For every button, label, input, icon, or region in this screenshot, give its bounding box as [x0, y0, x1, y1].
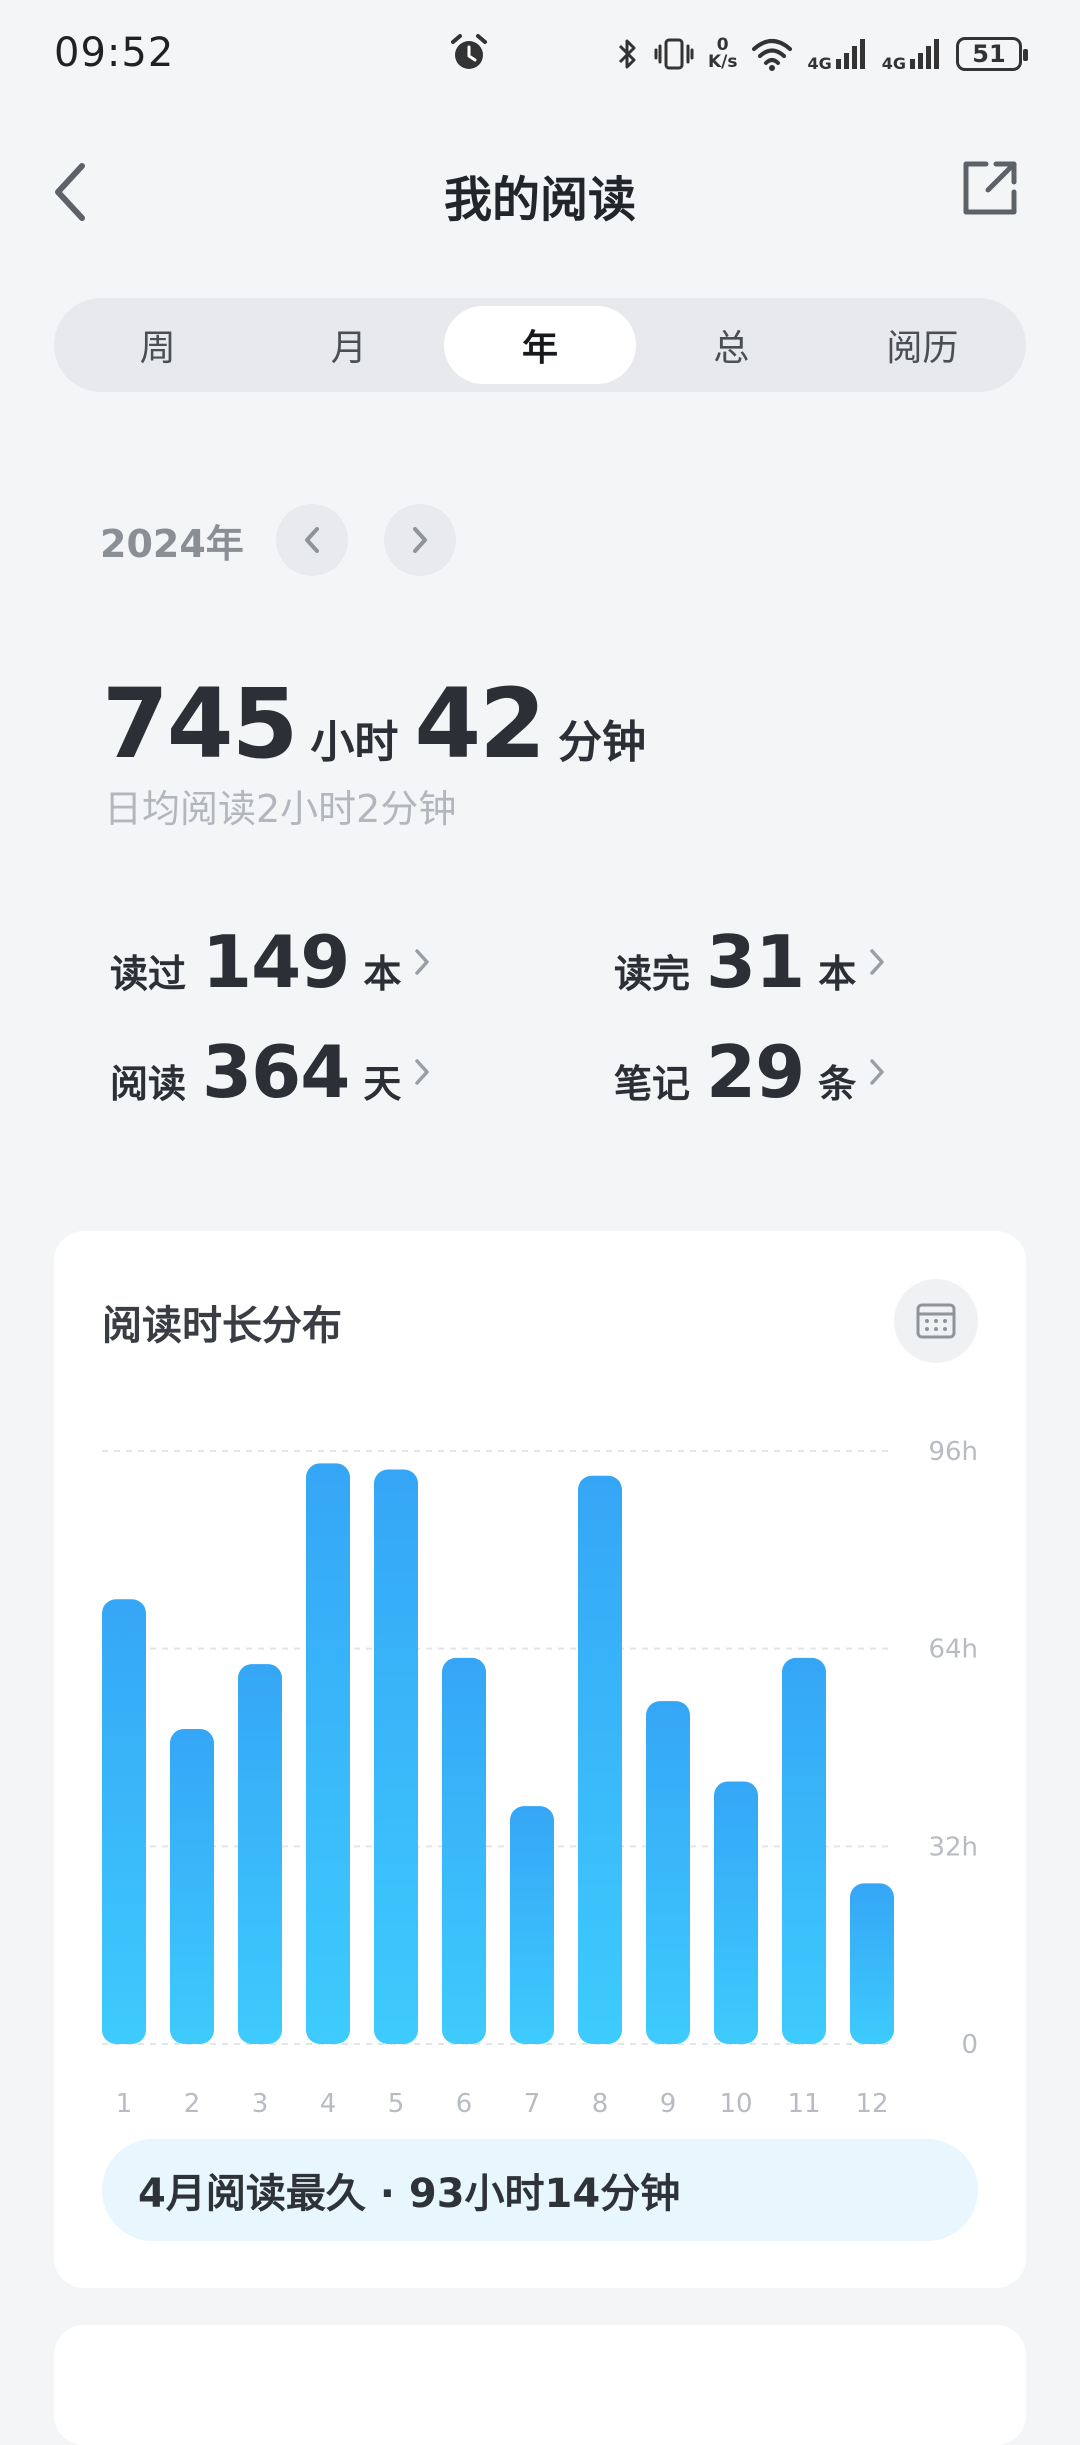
x-tick-label: 6	[456, 2089, 473, 2119]
status-icons: 0 K/s 4G 4G 51	[616, 30, 1028, 78]
x-tick-label: 5	[388, 2089, 405, 2119]
x-tick-label: 12	[855, 2089, 888, 2119]
network-speed: 0 K/s	[707, 35, 738, 72]
bar-month-2[interactable]	[170, 1728, 214, 2044]
hours-unit: 小时	[310, 717, 399, 768]
bar-month-8[interactable]	[578, 1475, 622, 2044]
reading-time-bar-chart: 96h64h32h01 2 3 4 5 6 7 8 9 10 11 12	[102, 1437, 978, 2119]
tab-history[interactable]: 阅历	[827, 306, 1018, 384]
bar-month-7[interactable]	[510, 1806, 554, 2044]
calendar-icon	[916, 1303, 956, 1339]
year-label: 2024年	[100, 522, 244, 566]
next-year-button[interactable]	[384, 504, 456, 576]
y-tick-label: 0	[961, 2030, 978, 2060]
page-title: 我的阅读	[443, 172, 636, 228]
total-reading-time: 745 小时 42 分钟	[102, 668, 662, 780]
x-tick-label: 3	[252, 2089, 269, 2119]
calendar-button[interactable]	[894, 1279, 978, 1363]
tab-month[interactable]: 月	[253, 306, 444, 384]
reading-distribution-card: 阅读时长分布 96h 64h 32h 0 1 2 3 4 5 6 7 8 9 10 11 12 4月阅读最久 …	[54, 1231, 1026, 2288]
next-card	[54, 2325, 1026, 2445]
chevron-right-icon	[870, 1059, 884, 1085]
tab-week[interactable]: 周	[62, 306, 253, 384]
x-tick-label: 7	[524, 2089, 541, 2119]
chevron-right-icon	[415, 1059, 430, 1085]
x-tick-label: 9	[660, 2089, 677, 2119]
x-tick-label: 4	[320, 2089, 337, 2119]
y-tick-label: 96h	[928, 1437, 978, 1467]
x-tick-label: 10	[719, 2089, 752, 2119]
total-hours: 745	[102, 668, 298, 780]
x-tick-label: 1	[116, 2089, 133, 2119]
stat-notes[interactable]: 笔记 29 条	[614, 1030, 886, 1114]
prev-year-button[interactable]	[276, 504, 348, 576]
minutes-unit: 分钟	[557, 717, 646, 768]
alarm-icon	[448, 32, 490, 78]
x-tick-label: 2	[184, 2089, 201, 2119]
daily-average: 日均阅读2小时2分钟	[104, 787, 457, 831]
period-tabs: 周 月 年 总 阅历	[54, 298, 1026, 392]
bar-month-10[interactable]	[714, 1781, 758, 2044]
bar-month-6[interactable]	[442, 1657, 486, 2044]
longest-month-banner: 4月阅读最久 · 93小时14分钟	[102, 2139, 978, 2241]
bar-month-3[interactable]	[238, 1664, 282, 2044]
bar-month-1[interactable]	[102, 1599, 146, 2044]
stat-books-read[interactable]: 读过 149 本	[110, 920, 431, 1004]
chevron-right-icon	[413, 527, 427, 553]
x-tick-label: 8	[592, 2089, 609, 2119]
y-tick-label: 32h	[928, 1832, 978, 1862]
tab-year[interactable]: 年	[444, 306, 636, 384]
bar-month-5[interactable]	[374, 1469, 418, 2044]
signal-2-icon: 4G	[882, 37, 942, 72]
status-time: 09:52	[54, 30, 175, 76]
x-tick-label: 11	[787, 2089, 820, 2119]
bar-month-12[interactable]	[850, 1883, 894, 2044]
bluetooth-icon	[616, 36, 640, 72]
battery-icon: 51	[956, 37, 1028, 71]
total-minutes: 42	[414, 668, 546, 780]
bar-month-4[interactable]	[306, 1463, 350, 2044]
share-icon	[963, 161, 1017, 215]
signal-1-icon: 4G	[807, 37, 867, 72]
chevron-right-icon	[870, 949, 884, 975]
vibrate-icon	[654, 36, 694, 72]
chevron-right-icon	[415, 949, 430, 975]
stat-reading-days[interactable]: 阅读 364 天	[110, 1030, 431, 1114]
bar-month-11[interactable]	[782, 1657, 826, 2044]
tab-total[interactable]: 总	[636, 306, 827, 384]
card-title: 阅读时长分布	[102, 1303, 342, 1349]
bar-month-9[interactable]	[646, 1701, 690, 2044]
y-tick-label: 64h	[928, 1635, 978, 1665]
stat-books-finished[interactable]: 读完 31 本	[614, 920, 886, 1004]
share-button[interactable]	[960, 158, 1024, 222]
chevron-left-icon	[305, 527, 319, 553]
wifi-icon	[751, 37, 793, 71]
